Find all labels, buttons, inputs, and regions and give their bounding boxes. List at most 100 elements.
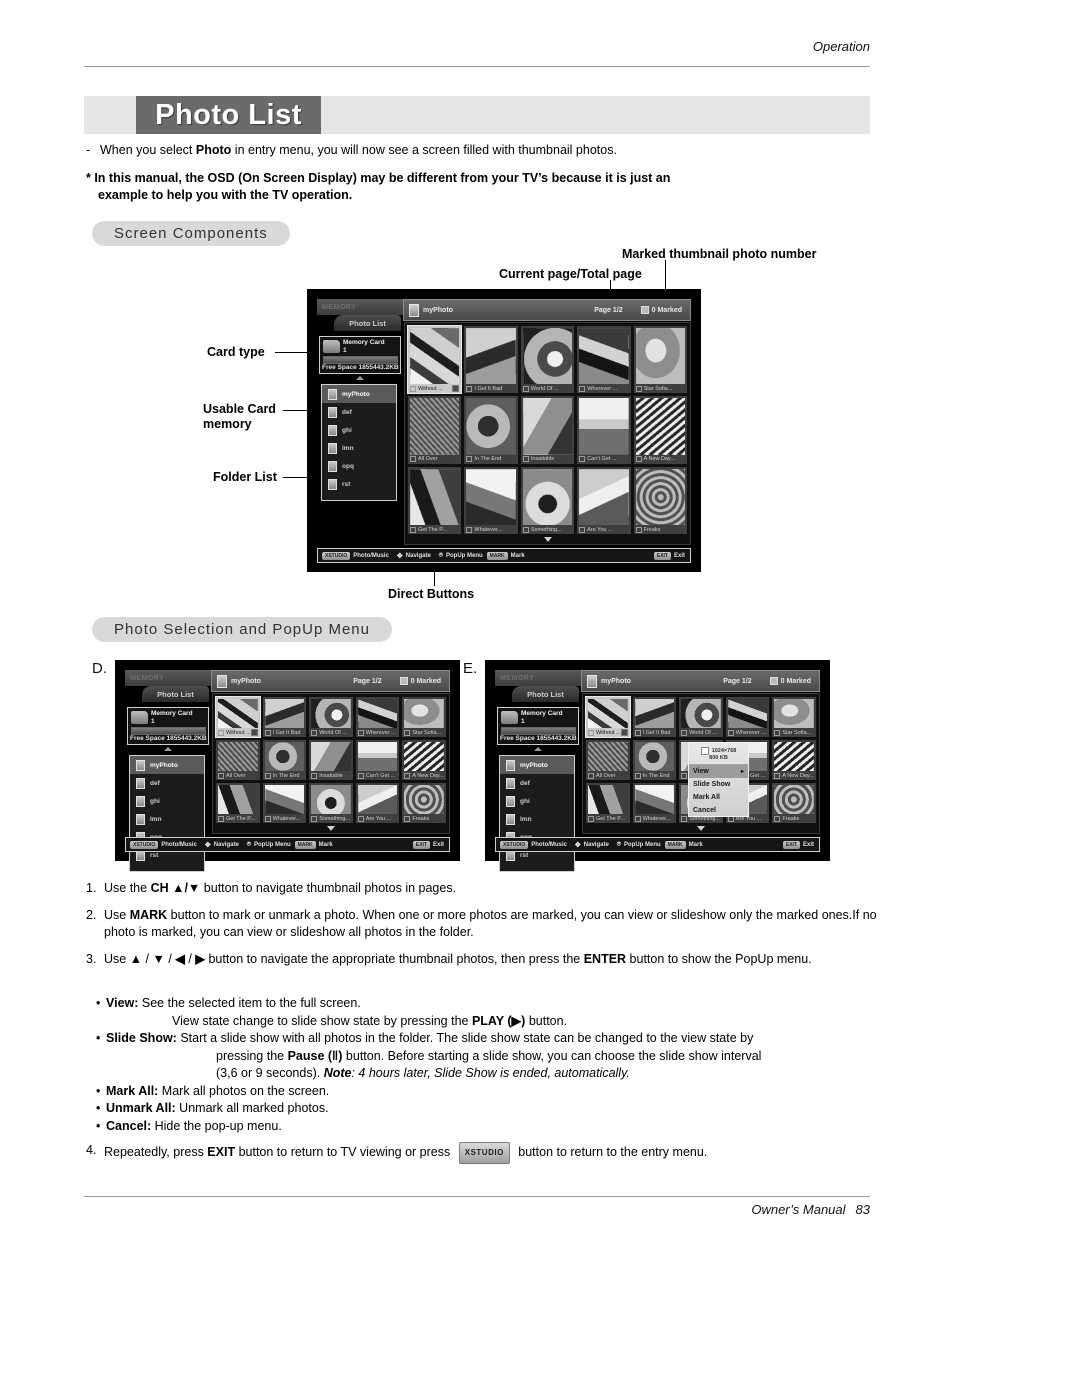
folder-item-1[interactable]: def [322,403,396,421]
direct-button-navigate[interactable]: Navigate [214,842,239,848]
direct-button-photo-music[interactable]: Photo/Music [353,553,389,559]
checkbox-icon[interactable] [681,729,688,736]
thumbnail-item[interactable]: Wherever ... [355,697,400,737]
key-mark[interactable]: MARK [664,840,686,849]
thumbnail-item[interactable]: I Get It Bad [632,697,677,737]
checkbox-icon[interactable] [218,815,224,822]
checkbox-icon[interactable] [357,815,364,822]
thumbnail-item[interactable]: Can’t Get ... [577,396,631,464]
direct-button-mark[interactable]: Mark [689,842,703,848]
thumbnail-item[interactable]: In The End [632,740,677,780]
thumbnail-item[interactable]: Freaks [402,783,446,823]
key-xstudio[interactable]: XSTUDIO [322,551,351,560]
checkbox-icon[interactable] [635,526,642,533]
checkbox-icon[interactable] [579,456,586,463]
direct-button-exit[interactable]: Exit [433,842,444,848]
popup-item-view[interactable]: View ▸ [689,765,748,778]
folder-item-0[interactable]: myPhoto [130,756,204,774]
checkbox-icon[interactable] [635,385,642,392]
folder-item-0[interactable]: myPhoto [500,756,574,774]
folder-item-3[interactable]: lmn [130,810,204,828]
checkbox-icon[interactable] [357,772,364,779]
direct-button-popup-menu[interactable]: PopUp Menu [446,553,483,559]
checkbox-icon[interactable] [522,526,529,533]
popup-item-mark-all[interactable]: Mark All [689,791,748,804]
osd-memory-tab[interactable]: MEMORY [495,670,584,686]
thumbnail-item[interactable]: World Of ... [520,326,575,394]
direct-button-navigate[interactable]: Navigate [406,553,431,559]
checkbox-icon[interactable] [635,456,642,463]
checkbox-icon[interactable] [588,815,594,822]
thumbnail-item[interactable]: I Get It Bad [464,326,518,394]
checkbox-icon[interactable] [522,456,529,463]
thumbnail-item[interactable]: Insatiable [309,740,353,780]
thumbnail-item[interactable]: A New Day... [772,740,816,780]
key-exit[interactable]: EXIT [653,551,671,560]
popup-item-slide-show[interactable]: Slide Show [689,778,748,791]
thumbnail-item[interactable]: Are You ... [577,466,631,534]
scroll-up-icon[interactable] [164,747,172,751]
thumbnail-item[interactable]: Whatever... [632,783,677,823]
thumbnail-item[interactable]: Wherever ... [577,326,631,394]
scroll-down-icon[interactable] [543,537,552,542]
folder-item-3[interactable]: lmn [322,439,396,457]
direct-button-mark[interactable]: Mark [319,842,333,848]
thumbnail-item[interactable]: Star Sofia... [633,326,687,394]
thumbnail-item[interactable]: Get The P... [586,783,630,823]
thumbnail-item[interactable]: Get The P... [216,783,260,823]
osd-memory-tab[interactable]: MEMORY [317,299,406,315]
thumbnail-item[interactable]: Star Sofia... [402,697,446,737]
osd-photolist-tab[interactable]: Photo List [512,686,579,702]
checkbox-icon[interactable] [357,729,364,736]
osd-photolist-tab[interactable]: Photo List [142,686,209,702]
key-xstudio-icon[interactable]: XSTUDIO [458,1142,510,1164]
folder-item-2[interactable]: ghi [130,792,204,810]
thumbnail-item[interactable]: A New Day... [633,396,687,464]
checkbox-icon[interactable] [218,729,224,736]
checkbox-icon[interactable] [588,729,594,736]
checkbox-icon[interactable] [579,385,586,392]
direct-button-mark[interactable]: Mark [511,553,525,559]
scroll-up-icon[interactable] [356,376,364,380]
checkbox-icon[interactable] [264,772,271,779]
thumbnail-item[interactable]: World Of ... [309,697,353,737]
thumbnail-item[interactable]: World Of ... [679,697,723,737]
thumbnail-item[interactable]: Get The P... [408,466,462,534]
key-xstudio[interactable]: XSTUDIO [130,840,159,849]
direct-button-exit[interactable]: Exit [803,842,814,848]
folder-item-3[interactable]: lmn [500,810,574,828]
key-xstudio[interactable]: XSTUDIO [500,840,529,849]
checkbox-icon[interactable] [774,772,781,779]
checkbox-icon[interactable] [466,526,473,533]
key-mark[interactable]: MARK [294,840,316,849]
thumbnail-item[interactable]: Wherever ... [725,697,770,737]
checkbox-icon[interactable] [466,385,473,392]
checkbox-icon[interactable] [410,456,416,463]
folder-item-5[interactable]: rst [322,475,396,493]
osd-memory-tab[interactable]: MEMORY [125,670,214,686]
direct-button-photo-music[interactable]: Photo/Music [161,842,197,848]
thumbnail-item[interactable]: All Over [216,740,260,780]
checkbox-icon[interactable] [681,772,688,779]
scroll-down-icon[interactable] [697,826,705,831]
checkbox-icon[interactable] [311,729,318,736]
checkbox-icon[interactable] [410,385,416,392]
checkbox-icon[interactable] [404,729,411,736]
thumbnail-item[interactable]: Can’t Get ... [355,740,400,780]
checkbox-icon[interactable] [727,729,734,736]
direct-button-popup-menu[interactable]: PopUp Menu [254,842,291,848]
checkbox-icon[interactable] [404,772,411,779]
checkbox-icon[interactable] [579,526,586,533]
thumbnail-item[interactable]: A New Day... [402,740,446,780]
direct-button-navigate[interactable]: Navigate [584,842,609,848]
thumbnail-item[interactable]: Whatever... [464,466,518,534]
thumbnail-item[interactable]: Without ... [406,324,463,395]
thumbnail-item[interactable]: Something... [520,466,575,534]
checkbox-icon[interactable] [264,815,271,822]
thumbnail-item[interactable]: Something... [309,783,353,823]
checkbox-icon[interactable] [634,815,641,822]
thumbnail-item[interactable]: Without ... [215,696,261,738]
thumbnail-item[interactable]: In The End [464,396,518,464]
checkbox-icon[interactable] [774,729,781,736]
folder-item-0[interactable]: myPhoto [322,385,396,403]
